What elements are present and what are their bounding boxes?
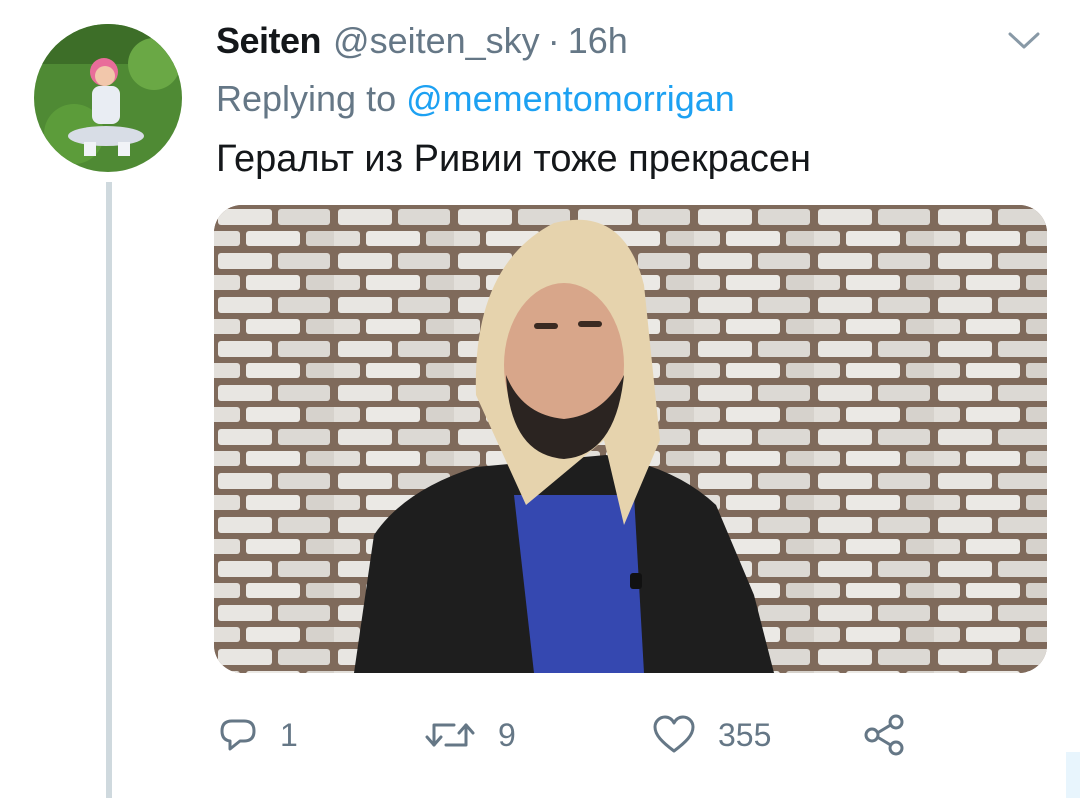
replying-to-label: Replying to [216,78,397,119]
tweet: Seiten @seiten_sky · 16h Replying to @me… [0,0,1080,798]
avatar-image [34,24,182,172]
reply-icon [220,719,256,751]
chevron-down-icon [1008,32,1040,49]
display-name[interactable]: Seiten [216,20,322,62]
reply-button[interactable]: 1 [218,705,298,765]
tweet-text: Геральт из Ривии тоже прекрасен [216,138,812,180]
retweet-button[interactable]: 9 [424,705,516,765]
media-image [214,205,1047,673]
heart-icon [653,715,695,753]
timestamp[interactable]: 16h [568,20,628,62]
user-handle[interactable]: @seiten_sky [333,20,540,62]
thread-line [106,182,112,798]
replying-to: Replying to @mementomorrigan [216,78,735,120]
scroll-indicator [1066,752,1080,798]
separator-dot: · [547,20,560,61]
tweet-media[interactable] [214,205,1047,673]
tweet-actions: 1 9 355 [216,705,936,765]
like-button[interactable]: 355 [652,705,771,765]
retweet-count: 9 [498,716,516,753]
replying-to-link[interactable]: @mementomorrigan [406,78,735,119]
share-button[interactable] [862,705,906,765]
like-count: 355 [718,716,772,753]
avatar[interactable] [34,24,182,172]
tweet-menu-button[interactable] [1004,28,1044,54]
retweet-icon [425,723,475,747]
tweet-header: Seiten @seiten_sky · 16h [216,20,628,68]
share-icon [864,714,904,756]
reply-count: 1 [280,716,298,753]
